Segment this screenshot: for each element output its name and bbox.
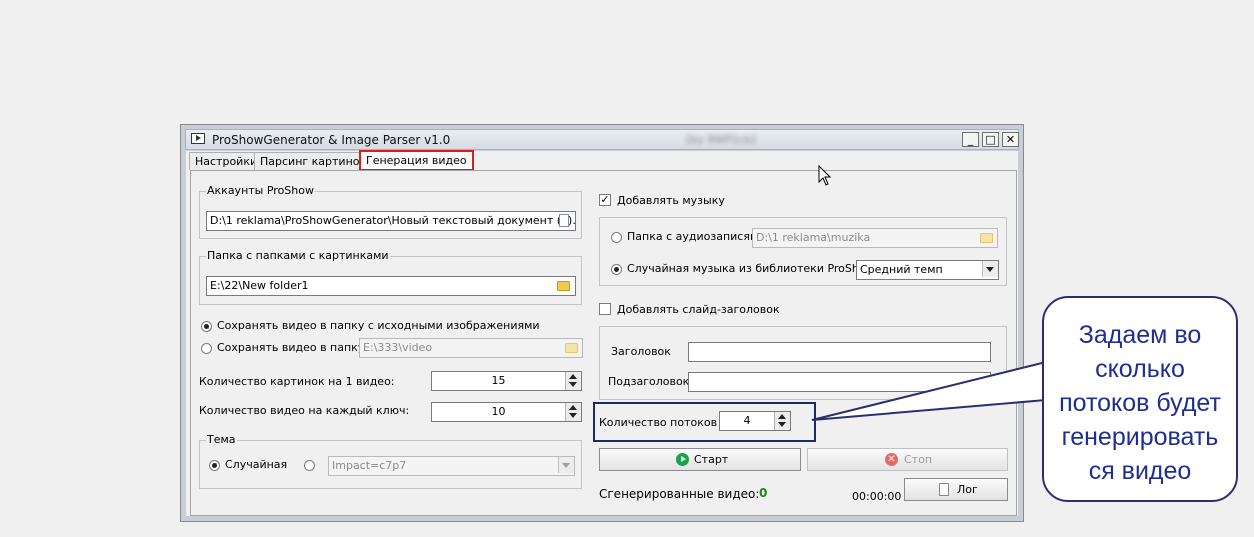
images-folder-group-label: Папка с папками с картинками [206,249,390,262]
images-per-video-label: Количество картинок на 1 видео: [199,375,395,388]
accounts-group: Аккаунты ProShow D:\1 reklama\ProShowGen… [199,184,582,239]
callout-line: Задаем во [1078,321,1202,349]
stepper-arrows[interactable] [565,372,581,390]
arrow-up-icon[interactable] [778,414,786,419]
images-per-video-stepper[interactable]: 15 [431,371,582,391]
callout-pointer-shape [811,360,1047,421]
arrow-up-icon[interactable] [569,374,577,379]
folder-icon[interactable] [557,281,570,291]
stop-button[interactable]: ✕ Стоп [807,448,1008,471]
elapsed-timer: 00:00:00 [852,490,902,503]
tab-image-parsing[interactable]: Парсинг картинок [254,152,373,170]
tab-settings[interactable]: Настройки [189,152,264,170]
images-folder-field[interactable]: E:\22\New folder1 [206,276,576,296]
accounts-path-field[interactable]: D:\1 reklama\ProShowGenerator\Новый текс… [206,211,576,231]
callout-line: сколько [1095,355,1185,383]
callout-pointer [811,360,1047,421]
subheading-label: Подзаголовок [608,375,690,388]
log-label: Лог [957,483,978,496]
start-label: Старт [694,453,729,466]
threads-value: 4 [743,414,751,427]
maximize-button[interactable]: □ [982,132,999,147]
images-per-video-value: 15 [491,374,506,387]
videos-per-key-value: 10 [491,405,506,418]
mouse-cursor-icon [818,165,832,186]
close-button[interactable]: ✕ [1002,132,1019,147]
arrow-down-icon[interactable] [569,413,577,418]
start-button[interactable]: Старт [599,448,801,471]
callout-text: Задаем во сколько потоков будет генериро… [1044,318,1236,488]
theme-group-label: Тема [206,433,237,446]
random-music-label: Случайная музыка из библиотеки ProShow [627,262,875,275]
app-window: ProShowGenerator & Image Parser v1.0 [by… [180,124,1024,522]
audio-folder-field[interactable]: D:\1 reklama\muzika [752,228,998,248]
save-folder-field[interactable]: E:\333\video [359,338,583,358]
stop-icon: ✕ [885,453,898,466]
audio-folder-radio[interactable] [611,232,622,243]
title-bar[interactable]: ProShowGenerator & Image Parser v1.0 [by… [185,129,1019,150]
window-title: ProShowGenerator & Image Parser v1.0 [212,133,451,147]
threads-highlight-frame: Количество потоков 4 [593,402,816,442]
accounts-group-label: Аккаунты ProShow [206,184,315,197]
save-to-folder-label: Сохранять видео в папку [217,341,365,354]
videos-per-key-label: Количество видео на каждый ключ: [199,404,410,417]
theme-select-radio[interactable] [304,460,315,471]
stepper-arrows[interactable] [774,412,790,430]
random-music-radio[interactable] [611,264,622,275]
file-icon[interactable] [559,214,569,227]
folder-icon[interactable] [980,233,993,243]
tempo-dropdown[interactable]: Средний темп [856,260,999,280]
videos-per-key-stepper[interactable]: 10 [431,402,582,422]
play-icon [676,453,689,466]
threads-label: Количество потоков [599,416,718,429]
theme-random-radio[interactable] [209,460,220,471]
theme-group: Тема Случайная Impact=c7p7 [199,433,582,489]
arrow-down-icon[interactable] [778,422,786,427]
heading-label: Заголовок [611,345,671,358]
generated-videos-count: 0 [759,486,768,500]
stepper-arrows[interactable] [565,403,581,421]
folder-icon[interactable] [565,343,578,353]
log-button[interactable]: Лог [904,478,1008,501]
add-title-slide-label: Добавлять слайд-заголовок [617,303,780,316]
save-to-source-label: Сохранять видео в папку с исходными изоб… [217,319,540,332]
images-folder-group: Папка с папками с картинками E:\22\New f… [199,249,582,305]
window-user-tag: [by 9WP1ck] [686,133,756,146]
generated-videos-label: Сгенерированные видео: [599,487,760,501]
audio-folder-label: Папка с аудиозаписями [627,230,766,243]
chevron-down-icon[interactable] [982,261,998,277]
window-client: Настройки Парсинг картинок Генерация вид… [186,150,1018,516]
chevron-down-icon[interactable] [558,457,574,473]
app-icon [191,133,205,144]
add-music-checkbox[interactable]: ✓ [599,194,611,206]
add-title-slide-checkbox[interactable] [599,303,611,315]
callout-line: ся видео [1088,457,1192,485]
callout-line: потоков будет [1059,389,1221,417]
arrow-up-icon[interactable] [569,405,577,410]
notepad-icon [939,483,949,496]
callout-line: генерировать [1061,423,1219,451]
tab-video-generation[interactable]: Генерация видео [359,150,474,171]
music-group: Папка с аудиозаписями D:\1 reklama\muzik… [599,217,1007,286]
threads-stepper[interactable]: 4 [719,411,791,431]
minimize-button[interactable]: _ [962,132,979,147]
arrow-down-icon[interactable] [569,382,577,387]
add-music-label: Добавлять музыку [617,194,725,207]
stop-label: Стоп [904,453,933,466]
annotation-callout: Задаем во сколько потоков будет генериро… [1042,296,1238,502]
save-to-source-radio[interactable] [201,321,212,332]
save-to-folder-radio[interactable] [201,343,212,354]
theme-dropdown[interactable]: Impact=c7p7 [328,456,575,476]
theme-random-label: Случайная [225,458,288,471]
